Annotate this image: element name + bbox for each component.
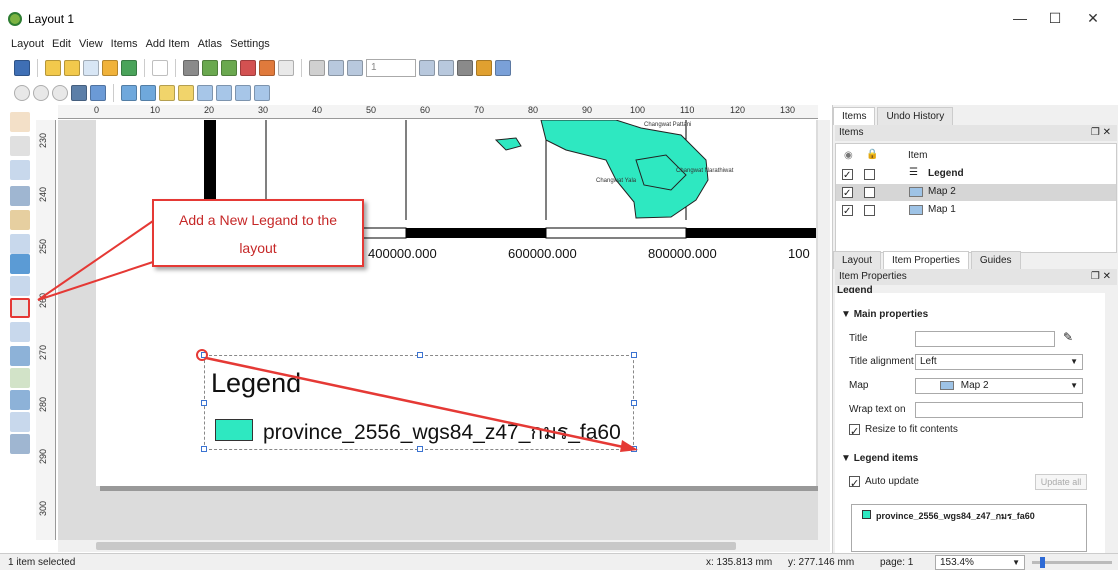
tutorial-callout: Add a New Legand to the layout [152,199,364,267]
legend-item-icon: ☰ [909,167,918,178]
callout-pointer [37,261,154,301]
checkbox-label: Resize to fit contents [865,424,958,435]
drag-start-marker [196,349,208,361]
dropdown-value: Left [920,356,937,367]
update-all-button[interactable]: Update all [1035,474,1087,490]
status-text: 1 item selected [8,557,76,568]
wrap-text-input[interactable] [915,402,1083,418]
lock-icon: 🔒 [866,149,879,160]
tab-guides[interactable]: Guides [970,251,1021,269]
chevron-down-icon: ▼ [1012,558,1020,567]
drag-arrow-head [620,440,638,452]
status-bar: 1 item selected x: 135.813 mm y: 277.146… [0,553,1118,570]
tab-item-properties[interactable]: Item Properties [883,251,969,269]
canvas-vertical-scrollbar[interactable] [818,120,830,540]
map-item-icon [909,187,923,197]
items-header: ◉ 🔒 Item [836,148,1116,165]
zoom-combobox[interactable]: 153.4% ▼ [935,555,1025,570]
section-label: Main properties [853,309,929,320]
tab-items[interactable]: Items [833,107,876,125]
dock-controls-icon[interactable]: ❐ ✕ [1091,125,1111,141]
properties-scrollbar[interactable] [1105,293,1117,551]
auto-update-checkbox[interactable]: ✓ [849,476,860,490]
title-alignment-dropdown[interactable]: Left ▼ [915,354,1083,370]
lock-checkbox[interactable] [864,187,875,198]
dropdown-value: Map 2 [960,380,989,391]
legend-swatch [862,510,871,519]
item-label: Map 2 [928,186,956,197]
field-label: Title [849,333,868,344]
callout-pointer [37,220,154,301]
legend-entry-label[interactable]: province_2556_wgs84_z47_กมร_fa60 [876,509,1035,523]
list-item[interactable]: ✓ Map 1 [836,202,1116,219]
section-main-properties[interactable]: ▼ Main properties [841,309,928,320]
items-tabbar: Items Undo History [833,107,955,125]
chevron-down-icon: ▼ [1070,357,1078,366]
map-item-icon [909,205,923,215]
visibility-checkbox[interactable]: ✓ [842,169,853,181]
panel-title-text: Item Properties [839,271,907,282]
legend-items-list[interactable]: province_2556_wgs84_z47_กมร_fa60 [851,504,1087,552]
eye-icon: ◉ [844,150,853,161]
callout-line: layout [239,240,277,256]
callout-line: Add a New Legand to the [178,212,337,228]
field-label: Map [849,380,869,391]
tab-layout[interactable]: Layout [833,251,882,269]
item-label: Legend [928,168,964,179]
right-dock: Items Undo History Items ❐ ✕ ◉ 🔒 Item ✓ … [832,105,1118,553]
cursor-x-readout: x: 135.813 mm [706,557,773,568]
lock-checkbox[interactable] [864,169,875,180]
lock-checkbox[interactable] [864,205,875,216]
visibility-checkbox[interactable]: ✓ [842,205,853,217]
items-panel-title: Items ❐ ✕ [835,125,1117,141]
checkbox-label: Auto update [865,476,919,487]
page-readout: page: 1 [880,557,914,568]
drag-arrow [205,356,629,450]
panel-title-text: Items [839,127,864,138]
zoom-slider-handle[interactable] [1040,557,1045,568]
tab-undo-history[interactable]: Undo History [877,107,954,125]
scrollbar-thumb[interactable] [96,542,736,550]
properties-tabbar: Layout Item Properties Guides [833,251,1023,269]
item-label: Map 1 [928,204,956,215]
section-label: Legend items [853,453,919,464]
resize-checkbox[interactable]: ✓ [849,424,860,438]
list-item[interactable]: ✓ ☰ Legend [836,166,1116,183]
dock-controls-icon[interactable]: ❐ ✕ [1091,269,1111,285]
map-dropdown[interactable]: Map 2 ▼ [915,378,1083,394]
map-item-icon [940,380,954,390]
item-properties-panel: ▼ Main properties Title ✎ Title alignmen… [835,293,1105,553]
expression-icon[interactable]: ✎ [1063,330,1073,344]
section-legend-items[interactable]: ▼ Legend items [841,453,918,464]
chevron-down-icon: ▼ [1070,381,1078,390]
field-label: Title alignment [849,356,914,367]
items-list[interactable]: ◉ 🔒 Item ✓ ☰ Legend ✓ Map 2 ✓ Map 1 [835,143,1117,253]
field-label: Wrap text on [849,404,906,415]
zoom-value: 153.4% [940,557,974,568]
column-header: Item [908,150,928,161]
properties-panel-title: Item Properties ❐ ✕ [835,269,1117,285]
list-item[interactable]: ✓ Map 2 [836,184,1116,201]
title-input[interactable] [915,331,1055,347]
cursor-y-readout: y: 277.146 mm [788,557,855,568]
visibility-checkbox[interactable]: ✓ [842,187,853,199]
